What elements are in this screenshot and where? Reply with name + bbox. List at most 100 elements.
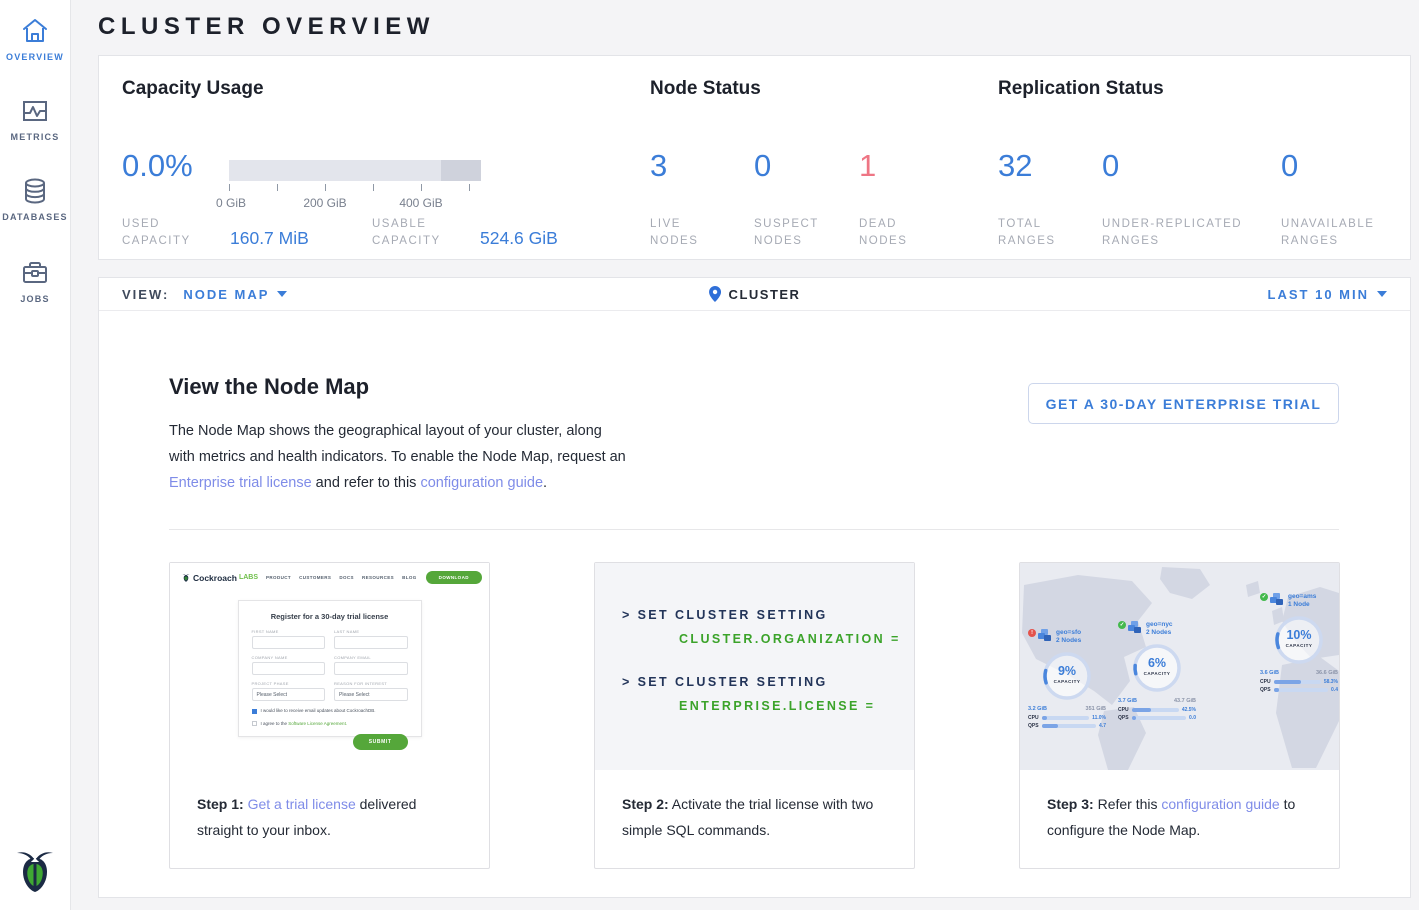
locality-label: CLUSTER bbox=[729, 287, 801, 302]
suspect-nodes-label: SUSPECT NODES bbox=[754, 216, 824, 250]
under-replicated-ranges-label: UNDER-REPLICATED RANGES bbox=[1102, 216, 1262, 250]
license-text: I agree to the bbox=[261, 721, 289, 726]
license-checkbox bbox=[252, 721, 257, 726]
suspect-nodes-value: 0 bbox=[754, 148, 771, 184]
sidebar-item-databases[interactable]: DATABASES bbox=[0, 176, 70, 222]
usable-capacity-label: USABLE CAPACITY bbox=[372, 216, 460, 250]
locality-name: geo=nyc2 Nodes bbox=[1146, 621, 1173, 637]
capacity-caption: CAPACITY bbox=[1272, 643, 1326, 648]
locality-nyc: ✓ geo=nyc2 Nodes 6% CAPACITY bbox=[1118, 621, 1210, 721]
step-3-card: ! geo=sfo2 Nodes 9% CAPACITY bbox=[1019, 562, 1340, 869]
promo-desc-text: and refer to this bbox=[312, 475, 421, 491]
time-range-value: LAST 10 MIN bbox=[1268, 287, 1369, 302]
capacity-ring: 6% CAPACITY bbox=[1130, 641, 1184, 695]
step-1-caption: Step 1: Get a trial license delivered st… bbox=[170, 770, 489, 843]
cpu-label: CPU bbox=[1118, 707, 1129, 713]
cockroach-labs-brand: Cockroach LABS bbox=[182, 572, 258, 583]
step-3-label: Step 3: bbox=[1047, 796, 1094, 812]
capacity-percent: 6% bbox=[1130, 656, 1184, 670]
node-stack-icon bbox=[1038, 629, 1052, 642]
sidebar-item-label: OVERVIEW bbox=[0, 52, 70, 62]
sql-setting-line: ENTERPRISE.LICENSE = bbox=[679, 699, 914, 713]
locality-breadcrumb[interactable]: CLUSTER bbox=[709, 286, 801, 302]
view-panel: VIEW: NODE MAP CLUSTER LAST 10 MIN bbox=[98, 277, 1411, 898]
cpu-value: 58.3% bbox=[1324, 679, 1338, 685]
view-dropdown[interactable]: NODE MAP bbox=[183, 287, 287, 302]
get-trial-license-link[interactable]: Get a trial license bbox=[248, 796, 356, 812]
step-text: Refer this bbox=[1094, 796, 1162, 812]
capacity-caption: CAPACITY bbox=[1130, 671, 1184, 676]
trial-site-preview: Cockroach LABS PRODUCT CUSTOMERS DOCS RE… bbox=[170, 563, 489, 770]
field-label: LAST NAME bbox=[334, 629, 408, 634]
updates-checkbox bbox=[252, 709, 257, 714]
usable-value: 36.6 GiB bbox=[1316, 670, 1338, 676]
cockroach-bug-icon bbox=[182, 572, 190, 583]
capacity-percent: 9% bbox=[1040, 664, 1094, 678]
sql-prompt-line: > SET CLUSTER SETTING bbox=[622, 675, 914, 689]
live-status-badge: ✓ bbox=[1118, 621, 1126, 629]
submit-pill: SUBMIT bbox=[353, 734, 408, 750]
field-label: FIRST NAME bbox=[252, 629, 326, 634]
trial-site-header: Cockroach LABS PRODUCT CUSTOMERS DOCS RE… bbox=[170, 563, 489, 584]
enterprise-trial-license-link[interactable]: Enterprise trial license bbox=[169, 475, 312, 491]
cpu-value: 42.5% bbox=[1182, 707, 1196, 713]
node-map-promo-title: View the Node Map bbox=[169, 374, 369, 400]
node-map-promo-description: The Node Map shows the geographical layo… bbox=[169, 418, 627, 496]
node-status-title: Node Status bbox=[650, 78, 980, 100]
locality-name: geo=sfo2 Nodes bbox=[1056, 629, 1081, 645]
view-dropdown-value: NODE MAP bbox=[183, 287, 269, 302]
dead-nodes-value: 1 bbox=[859, 148, 876, 184]
replication-status-section: Replication Status 32 TOTAL RANGES 0 UND… bbox=[998, 78, 1398, 100]
field-label: COMPANY NAME bbox=[252, 655, 326, 660]
jobs-icon bbox=[20, 258, 50, 288]
capacity-caption: CAPACITY bbox=[1040, 679, 1094, 684]
cpu-value: 11.0% bbox=[1092, 715, 1106, 721]
time-range-dropdown[interactable]: LAST 10 MIN bbox=[1268, 287, 1387, 302]
updates-checkbox-label: I would like to receive email updates ab… bbox=[261, 708, 376, 713]
promo-desc-text: The Node Map shows the geographical layo… bbox=[169, 423, 626, 465]
locality-sfo: ! geo=sfo2 Nodes 9% CAPACITY bbox=[1028, 629, 1120, 729]
usable-value: 351 GiB bbox=[1086, 706, 1106, 712]
field-label: REASON FOR INTEREST bbox=[334, 681, 408, 686]
sidebar-item-metrics[interactable]: METRICS bbox=[0, 96, 70, 142]
dead-nodes-label: DEAD NODES bbox=[859, 216, 929, 250]
configuration-guide-link[interactable]: configuration guide bbox=[1161, 796, 1279, 812]
promo-desc-text: . bbox=[543, 475, 547, 491]
capacity-ring: 10% CAPACITY bbox=[1272, 613, 1326, 667]
view-bar: VIEW: NODE MAP CLUSTER LAST 10 MIN bbox=[99, 278, 1410, 311]
trial-register-form: Register for a 30-day trial license FIRS… bbox=[238, 600, 422, 737]
replication-status-title: Replication Status bbox=[998, 78, 1398, 100]
map-pin-icon bbox=[709, 286, 721, 302]
used-value: 3.7 GiB bbox=[1118, 698, 1137, 704]
under-replicated-ranges-value: 0 bbox=[1102, 148, 1119, 184]
cluster-overview-page: OVERVIEW METRICS DATABASES bbox=[0, 0, 1419, 910]
company-email-field bbox=[334, 662, 408, 675]
tick-label: 400 GiB bbox=[399, 196, 442, 210]
sidebar-item-overview[interactable]: OVERVIEW bbox=[0, 16, 70, 62]
nav-blog: BLOG bbox=[402, 575, 417, 580]
live-nodes-label: LIVE NODES bbox=[650, 216, 720, 250]
nav-docs: DOCS bbox=[339, 575, 354, 580]
home-icon bbox=[20, 16, 50, 46]
last-name-field bbox=[334, 636, 408, 649]
usable-value: 43.7 GiB bbox=[1174, 698, 1196, 704]
project-phase-select: Please Select bbox=[252, 688, 326, 701]
enterprise-trial-button[interactable]: GET A 30-DAY ENTERPRISE TRIAL bbox=[1028, 383, 1339, 424]
sidebar-item-jobs[interactable]: JOBS bbox=[0, 258, 70, 304]
qps-value: 4.7 bbox=[1099, 723, 1106, 729]
reason-select: Please Select bbox=[334, 688, 408, 701]
company-name-field bbox=[252, 662, 326, 675]
license-checkbox-label: I agree to the Software License Agreemen… bbox=[261, 721, 348, 726]
chevron-down-icon bbox=[277, 291, 287, 297]
sidebar: OVERVIEW METRICS DATABASES bbox=[0, 0, 71, 910]
configuration-guide-link[interactable]: configuration guide bbox=[420, 475, 543, 491]
capacity-gauge: 0 GiB 200 GiB 400 GiB bbox=[229, 160, 481, 210]
field-label: PROJECT PHASE bbox=[252, 681, 326, 686]
capacity-percent: 10% bbox=[1272, 628, 1326, 642]
capacity-gauge-nonusable-segment bbox=[441, 160, 481, 181]
node-status-section: Node Status 3 LIVE NODES 0 SUSPECT NODES… bbox=[650, 78, 980, 100]
usable-capacity: USABLE CAPACITY 524.6 GiB bbox=[372, 216, 558, 250]
live-status-badge: ✓ bbox=[1260, 593, 1268, 601]
sidebar-item-label: JOBS bbox=[0, 294, 70, 304]
capacity-usage-section: Capacity Usage 0.0% 0 GiB 200 GiB 400 Gi… bbox=[122, 78, 632, 100]
